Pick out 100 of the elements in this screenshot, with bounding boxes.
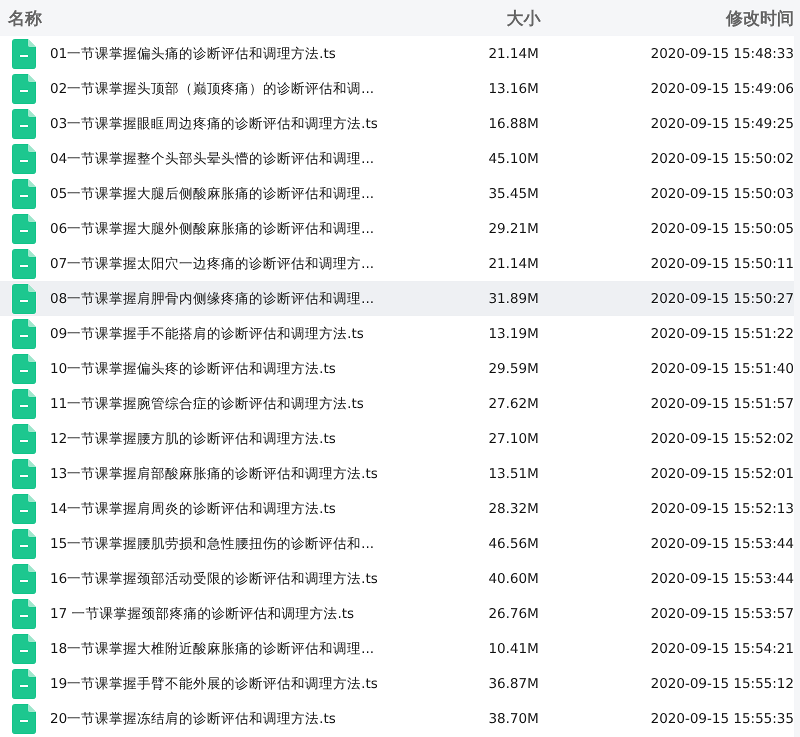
file-name: 17 一节课掌握颈部疼痛的诊断评估和调理方法.ts [50,604,356,622]
file-name: 15一节课掌握腰肌劳损和急性腰扭伤的诊断评估和... [50,534,376,552]
file-icon [12,704,36,734]
file-row[interactable]: 14一节课掌握肩周炎的诊断评估和调理方法.ts 28.32M 2020-09-15 15:52:13 [0,491,794,526]
modified-time: 2020-09-15 15:51:40 [650,360,794,376]
column-header[interactable]: 名称 [0,6,487,30]
file-icon [12,354,36,384]
file-icon [12,178,36,208]
file-size: 13.51M [487,466,539,482]
file-row[interactable]: 11一节课掌握腕管综合症的诊断评估和调理方法.ts 27.62M 2020-09-15 15:51:57 [0,386,794,421]
file-name: 09一节课掌握手不能搭肩的诊断评估和调理方法.ts [50,324,365,342]
file-row[interactable]: 08一节课掌握肩胛骨内侧缘疼痛的诊断评估和调理... 31.89M 2020-09-15 15:50:27 [0,281,794,316]
file-icon [12,564,36,594]
file-row[interactable]: 17 一节课掌握颈部疼痛的诊断评估和调理方法.ts 26.76M 2020-09-15 15:53:57 [0,596,794,631]
file-size: 45.10M [487,150,539,166]
file-row[interactable]: 20一节课掌握冻结肩的诊断评估和调理方法.ts 38.70M 2020-09-15 15:55:35 [0,701,794,736]
modified-time: 2020-09-15 15:52:01 [650,466,794,482]
file-name: 16一节课掌握颈部活动受限的诊断评估和调理方法.ts [50,570,379,588]
file-icon [12,668,36,698]
column-header[interactable]: 修改时间 [540,6,794,30]
modified-time: 2020-09-15 15:51:57 [650,396,794,412]
file-row[interactable]: 01一节课掌握偏头痛的诊断评估和调理方法.ts 21.14M 2020-09-15 15:48:33 [0,36,794,71]
file-name: 08一节课掌握肩胛骨内侧缘疼痛的诊断评估和调理... [50,290,376,308]
file-size: 27.10M [487,430,539,446]
file-name: 11一节课掌握腕管综合症的诊断评估和调理方法.ts [50,394,365,412]
file-icon [12,74,36,104]
file-name: 14一节课掌握肩周炎的诊断评估和调理方法.ts [50,500,337,518]
file-size: 27.62M [487,396,539,412]
file-row[interactable]: 13一节课掌握肩部酸麻胀痛的诊断评估和调理方法.ts 13.51M 2020-09-15 15:52:01 [0,456,794,491]
modified-time: 2020-09-15 15:53:44 [650,536,794,552]
file-row[interactable]: 19一节课掌握手臂不能外展的诊断评估和调理方法.ts 36.87M 2020-09-15 15:55:12 [0,666,794,701]
modified-time: 2020-09-15 15:52:13 [650,500,794,516]
file-icon [12,284,36,314]
file-icon [12,458,36,488]
file-size: 31.89M [487,290,539,306]
file-size: 21.14M [487,256,539,272]
file-name: 12一节课掌握腰方肌的诊断评估和调理方法.ts [50,430,337,448]
file-icon [12,424,36,454]
file-icon [12,108,36,138]
modified-time: 2020-09-15 15:49:06 [650,80,794,96]
file-name: 13一节课掌握肩部酸麻胀痛的诊断评估和调理方法.ts [50,464,379,482]
file-row[interactable]: 03一节课掌握眼眶周边疼痛的诊断评估和调理方法.ts 16.88M 2020-09-15 15:49:25 [0,106,794,141]
file-name: 02一节课掌握头顶部（巅顶疼痛）的诊断评估和调... [50,80,376,98]
file-icon [12,634,36,664]
modified-time: 2020-09-15 15:55:35 [650,710,794,726]
file-row[interactable]: 05一节课掌握大腿后侧酸麻胀痛的诊断评估和调理... 35.45M 2020-09-15 15:50:03 [0,176,794,211]
file-name: 07一节课掌握太阳穴一边疼痛的诊断评估和调理方... [50,254,376,272]
file-size: 29.59M [487,360,539,376]
file-name: 04一节课掌握整个头部头晕头懵的诊断评估和调理... [50,150,376,168]
file-size: 35.45M [487,186,539,202]
file-row[interactable]: 02一节课掌握头顶部（巅顶疼痛）的诊断评估和调... 13.16M 2020-09-15 15:49:06 [0,71,794,106]
file-row[interactable]: 07一节课掌握太阳穴一边疼痛的诊断评估和调理方... 21.14M 2020-09-15 15:50:11 [0,246,794,281]
file-size: 21.14M [487,46,539,62]
file-name: 01一节课掌握偏头痛的诊断评估和调理方法.ts [50,44,337,62]
file-size: 36.87M [487,676,539,692]
modified-time: 2020-09-15 15:50:27 [650,290,794,306]
modified-time: 2020-09-15 15:48:33 [650,46,794,62]
file-size: 13.19M [487,326,539,342]
file-icon [12,38,36,68]
file-size: 28.32M [487,500,539,516]
file-icon [12,144,36,174]
file-row[interactable]: 09一节课掌握手不能搭肩的诊断评估和调理方法.ts 13.19M 2020-09-15 15:51:22 [0,316,794,351]
modified-time: 2020-09-15 15:54:21 [650,640,794,656]
file-name: 05一节课掌握大腿后侧酸麻胀痛的诊断评估和调理... [50,184,376,202]
file-size: 46.56M [487,536,539,552]
file-icon [12,494,36,524]
file-row[interactable]: 18一节课掌握大椎附近酸麻胀痛的诊断评估和调理... 10.41M 2020-09-15 15:54:21 [0,631,794,666]
file-size: 38.70M [487,710,539,726]
modified-time: 2020-09-15 15:49:25 [650,116,794,132]
file-icon [12,388,36,418]
file-row[interactable]: 16一节课掌握颈部活动受限的诊断评估和调理方法.ts 40.60M 2020-09-15 15:53:44 [0,561,794,596]
file-size: 10.41M [487,640,539,656]
modified-time: 2020-09-15 15:53:57 [650,606,794,622]
modified-time: 2020-09-15 15:50:05 [650,220,794,236]
file-size: 40.60M [487,570,539,586]
modified-time: 2020-09-15 15:50:02 [650,150,794,166]
file-name: 03一节课掌握眼眶周边疼痛的诊断评估和调理方法.ts [50,114,379,132]
file-row[interactable]: 12一节课掌握腰方肌的诊断评估和调理方法.ts 27.10M 2020-09-15 15:52:02 [0,421,794,456]
column-header[interactable]: 大小 [486,6,541,30]
file-row[interactable]: 15一节课掌握腰肌劳损和急性腰扭伤的诊断评估和... 46.56M 2020-09-15 15:53:44 [0,526,794,561]
modified-time: 2020-09-15 15:52:02 [650,430,794,446]
modified-time: 2020-09-15 15:55:12 [650,676,794,692]
file-icon [12,318,36,348]
file-size: 13.16M [487,80,539,96]
file-name: 06一节课掌握大腿外侧酸麻胀痛的诊断评估和调理... [50,220,376,238]
file-icon [12,598,36,628]
file-name: 19一节课掌握手臂不能外展的诊断评估和调理方法.ts [50,674,379,692]
file-size: 16.88M [487,116,539,132]
file-row[interactable]: 04一节课掌握整个头部头晕头懵的诊断评估和调理... 45.10M 2020-09-15 15:50:02 [0,141,794,176]
file-row[interactable]: 06一节课掌握大腿外侧酸麻胀痛的诊断评估和调理... 29.21M 2020-09-15 15:50:05 [0,211,794,246]
file-size: 26.76M [487,606,539,622]
file-row[interactable]: 10一节课掌握偏头疼的诊断评估和调理方法.ts 29.59M 2020-09-15 15:51:40 [0,351,794,386]
modified-time: 2020-09-15 15:51:22 [650,326,794,342]
file-icon [12,248,36,278]
file-size: 29.21M [487,220,539,236]
file-name: 20一节课掌握冻结肩的诊断评估和调理方法.ts [50,710,337,728]
modified-time: 2020-09-15 15:53:44 [650,570,794,586]
modified-time: 2020-09-15 15:50:03 [650,186,794,202]
file-icon [12,214,36,244]
file-name: 10一节课掌握偏头疼的诊断评估和调理方法.ts [50,360,337,378]
